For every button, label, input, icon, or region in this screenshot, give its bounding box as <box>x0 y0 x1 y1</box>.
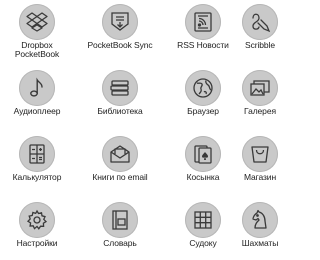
app-label: Книги по email <box>92 172 148 182</box>
app-icon-circle <box>185 4 221 40</box>
app-library[interactable]: Библиотека <box>83 66 157 128</box>
app-icon-circle <box>242 136 278 172</box>
app-label: Библиотека <box>97 106 143 116</box>
chess-knight-icon <box>252 209 267 229</box>
playing-cards-icon <box>194 145 212 164</box>
app-audio-player[interactable]: Аудиоплеер <box>0 66 74 128</box>
app-pocketbook-sync[interactable]: PocketBook Sync <box>83 0 157 62</box>
app-icon-circle <box>19 202 55 238</box>
app-chess[interactable]: Шахматы <box>223 198 297 260</box>
gear-icon <box>26 209 48 230</box>
app-calculator[interactable]: Калькулятор <box>0 132 74 194</box>
app-dropbox-pocketbook[interactable]: Dropbox PocketBook <box>0 0 74 62</box>
app-label: Магазин <box>243 172 277 182</box>
scribble-icon <box>252 13 271 33</box>
app-store[interactable]: Магазин <box>223 132 297 194</box>
app-label: Dropbox PocketBook <box>14 40 60 59</box>
app-icon-circle <box>19 4 55 40</box>
app-label: Словарь <box>103 238 137 248</box>
app-icon-circle <box>19 136 55 172</box>
app-icon-circle <box>102 202 138 238</box>
books-stack-icon <box>110 80 129 96</box>
music-note-icon <box>30 77 43 97</box>
app-dictionary[interactable]: Словарь <box>83 198 157 260</box>
gallery-icon <box>250 80 270 96</box>
shopping-bag-icon <box>251 146 269 163</box>
app-label: Аудиоплеер <box>13 106 61 116</box>
app-settings[interactable]: Настройки <box>0 198 74 260</box>
sync-download-icon <box>111 12 129 31</box>
app-label: Калькулятор <box>12 172 62 182</box>
app-icon-circle <box>242 70 278 106</box>
app-label: Scribble <box>245 40 275 50</box>
app-label: PocketBook Sync <box>87 40 153 50</box>
app-icon-circle <box>185 202 221 238</box>
dropbox-icon <box>26 12 48 32</box>
app-label: Галерея <box>244 106 276 116</box>
sudoku-grid-icon <box>194 211 212 229</box>
email-book-icon <box>110 145 130 163</box>
app-label: Настройки <box>16 238 58 248</box>
app-icon-circle <box>242 4 278 40</box>
app-grid: Dropbox PocketBook PocketBook Sync RSS Н… <box>0 0 297 258</box>
globe-icon <box>193 78 213 98</box>
app-icon-circle <box>102 70 138 106</box>
calculator-icon <box>29 144 45 164</box>
app-icon-circle <box>242 202 278 238</box>
rss-news-icon <box>194 12 212 32</box>
dictionary-icon <box>112 210 128 230</box>
app-icon-circle <box>185 70 221 106</box>
app-icon-circle <box>102 4 138 40</box>
app-icon-circle <box>19 70 55 106</box>
app-scribble[interactable]: Scribble <box>223 0 297 62</box>
app-icon-circle <box>102 136 138 172</box>
app-books-by-email[interactable]: Книги по email <box>83 132 157 194</box>
app-label: Шахматы <box>241 238 279 248</box>
app-icon-circle <box>185 136 221 172</box>
app-gallery[interactable]: Галерея <box>223 66 297 128</box>
